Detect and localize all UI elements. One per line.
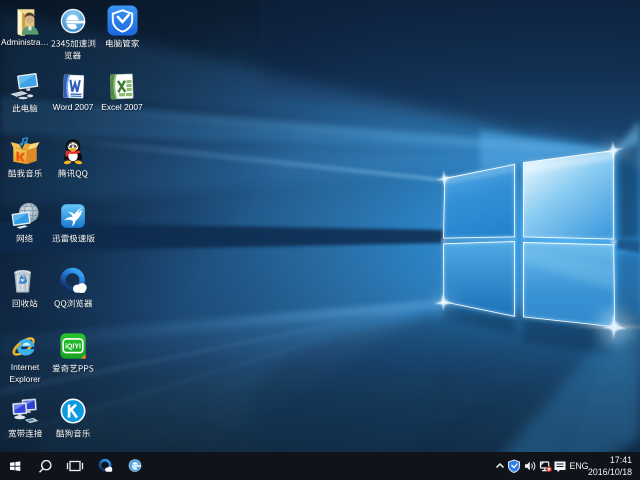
svg-text:iQIYI: iQIYI: [65, 344, 81, 351]
